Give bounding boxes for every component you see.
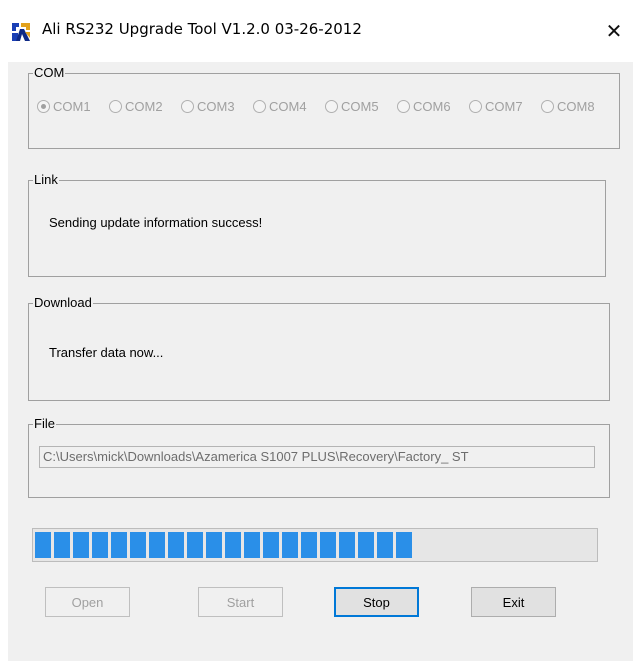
progress-segment — [206, 532, 222, 558]
progress-segment — [225, 532, 241, 558]
link-status-text: Sending update information success! — [49, 215, 263, 230]
file-group: File C:\Users\mick\Downloads\Azamerica S… — [28, 416, 610, 498]
app-icon — [10, 21, 32, 43]
radio-circle-icon — [37, 99, 50, 113]
radio-circle-icon — [253, 99, 266, 113]
progress-fill — [35, 532, 595, 558]
dialog-body: COM COM1 COM2 COM3 COM4 COM5 COM6 COM7 COM8 Lin… — [8, 62, 633, 661]
title-bar[interactable]: Ali RS232 Upgrade Tool V1.2.0 03-26-2012… — [0, 0, 633, 62]
progress-segment — [339, 532, 355, 558]
com-radio-1[interactable]: COM1 — [37, 96, 109, 116]
com-radio-3[interactable]: COM3 — [181, 96, 253, 116]
com-radio-2[interactable]: COM2 — [109, 96, 181, 116]
radio-circle-icon — [541, 99, 554, 113]
com-radio-6[interactable]: COM6 — [397, 96, 469, 116]
com-radio-7[interactable]: COM7 — [469, 96, 541, 116]
transfer-progress-bar — [32, 528, 598, 562]
radio-circle-icon — [181, 99, 194, 113]
file-group-legend: File — [33, 416, 56, 432]
start-button[interactable]: Start — [198, 587, 283, 617]
progress-segment — [301, 532, 317, 558]
progress-segment — [111, 532, 127, 558]
radio-circle-icon — [325, 99, 338, 113]
progress-segment — [377, 532, 393, 558]
radio-circle-icon — [469, 99, 482, 113]
open-button[interactable]: Open — [45, 587, 130, 617]
com-radio-label: COM8 — [557, 98, 595, 114]
progress-segment — [92, 532, 108, 558]
com-radio-label: COM6 — [413, 98, 451, 114]
link-group-legend: Link — [33, 172, 59, 188]
window-title: Ali RS232 Upgrade Tool V1.2.0 03-26-2012 — [42, 20, 362, 38]
com-radio-8[interactable]: COM8 — [541, 96, 613, 116]
progress-segment — [54, 532, 70, 558]
download-status-text: Transfer data now... — [49, 345, 164, 360]
radio-circle-icon — [109, 99, 122, 113]
com-radio-label: COM3 — [197, 98, 235, 114]
com-radio-row: COM1 COM2 COM3 COM4 COM5 COM6 COM7 COM8 — [37, 96, 633, 116]
progress-segment — [168, 532, 184, 558]
progress-segment — [35, 532, 51, 558]
download-group-legend: Download — [33, 295, 93, 311]
progress-segment — [73, 532, 89, 558]
progress-segment — [263, 532, 279, 558]
com-radio-label: COM1 — [53, 98, 91, 114]
stop-button[interactable]: Stop — [334, 587, 419, 617]
com-group-legend: COM — [33, 65, 66, 81]
progress-segment — [320, 532, 336, 558]
progress-segment — [130, 532, 146, 558]
progress-segment — [187, 532, 203, 558]
progress-segment — [149, 532, 165, 558]
link-group: Link Sending update information success! — [28, 172, 606, 277]
com-radio-label: COM7 — [485, 98, 523, 114]
com-radio-5[interactable]: COM5 — [325, 96, 397, 116]
progress-segment — [358, 532, 374, 558]
com-radio-label: COM5 — [341, 98, 379, 114]
close-icon[interactable]: ✕ — [595, 14, 633, 48]
com-radio-label: COM2 — [125, 98, 163, 114]
com-radio-4[interactable]: COM4 — [253, 96, 325, 116]
com-group: COM COM1 COM2 COM3 COM4 COM5 COM6 COM7 COM8 — [28, 65, 620, 149]
file-path-field[interactable]: C:\Users\mick\Downloads\Azamerica S1007 … — [39, 446, 595, 468]
com-radio-label: COM4 — [269, 98, 307, 114]
download-group: Download Transfer data now... — [28, 295, 610, 401]
progress-segment — [282, 532, 298, 558]
progress-segment — [396, 532, 412, 558]
progress-segment — [244, 532, 260, 558]
exit-button[interactable]: Exit — [471, 587, 556, 617]
radio-circle-icon — [397, 99, 410, 113]
